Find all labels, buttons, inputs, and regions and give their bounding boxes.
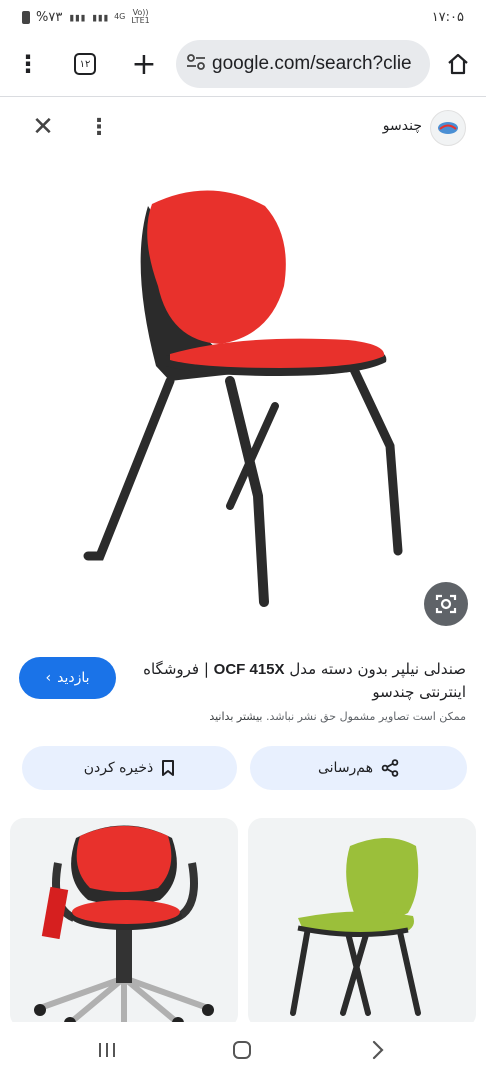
save-button[interactable]: ذخیره کردن (22, 746, 237, 790)
related-image[interactable] (248, 818, 476, 1028)
tab-switcher-button[interactable]: ۱۲ (74, 53, 96, 75)
save-button-label: ذخیره کردن (83, 760, 154, 776)
toolbar-divider (0, 96, 486, 97)
google-lens-button[interactable] (424, 582, 468, 626)
clock: ۱۷:۰۵ (431, 9, 464, 25)
signal-icon: ▮▮▮ (68, 10, 86, 24)
copyright-notice: ممکن است تصاویر مشمول حق نشر نباشد. بیشت… (209, 710, 466, 723)
share-icon (381, 759, 399, 777)
share-button-label: هم‌رسانی (317, 760, 374, 776)
status-bar: %۷۳ ▮▮▮ ▮▮▮ 4G Vo)) LTE1 ۱۷:۰۵ (0, 0, 486, 34)
home-button[interactable] (444, 44, 472, 84)
main-result-image[interactable] (60, 166, 420, 616)
signal-icon: ▮▮▮ (91, 10, 109, 24)
recents-button[interactable] (87, 1032, 127, 1068)
tune-icon[interactable] (186, 54, 212, 74)
google-lens-icon (435, 594, 457, 614)
more-vert-icon: ⋮ (88, 114, 110, 140)
bookmark-icon (162, 760, 175, 776)
result-title[interactable]: صندلی نیلپر بدون دسته مدل OCF 415X | فرو… (136, 658, 466, 704)
recents-icon (99, 1043, 115, 1057)
image-viewer-header: ✕ ⋮ چندسو (0, 104, 486, 152)
battery-level: %۷۳ (36, 9, 63, 25)
system-navigation-bar (0, 1022, 486, 1080)
site-logo[interactable] (430, 110, 466, 146)
share-button[interactable]: هم‌رسانی (250, 746, 467, 790)
visit-button[interactable]: ‹ بازدید (19, 657, 116, 699)
home-icon (448, 53, 468, 75)
url-text[interactable]: google.com/search?clie (212, 53, 412, 75)
close-button[interactable]: ✕ (28, 112, 58, 142)
close-icon: ✕ (32, 112, 54, 142)
learn-more-link[interactable]: بیشتر بدانید (209, 710, 262, 723)
site-name[interactable]: چندسو (383, 118, 422, 134)
chevron-right-icon (372, 1040, 384, 1060)
more-vert-icon: ⋮ (16, 50, 40, 78)
battery-icon (22, 10, 30, 24)
browser-toolbar: ⋮ ۱۲ + google.com/search?clie (0, 38, 486, 90)
status-indicators: %۷۳ ▮▮▮ ▮▮▮ 4G Vo)) LTE1 (22, 9, 150, 25)
plus-icon: + (131, 46, 157, 82)
chevron-left-icon: ‹ (45, 670, 52, 686)
new-tab-button[interactable]: + (130, 44, 158, 84)
browser-menu-button[interactable]: ⋮ (14, 44, 42, 84)
related-image[interactable] (10, 818, 238, 1028)
network-type: 4G (114, 12, 126, 21)
visit-button-label: بازدید (57, 670, 90, 686)
volte-indicator: Vo)) LTE1 (131, 8, 150, 25)
home-nav-button[interactable] (222, 1032, 262, 1068)
address-bar[interactable]: google.com/search?clie (176, 40, 430, 88)
home-circle-icon (233, 1041, 251, 1059)
more-options-button[interactable]: ⋮ (88, 112, 110, 142)
back-button[interactable] (358, 1032, 398, 1068)
